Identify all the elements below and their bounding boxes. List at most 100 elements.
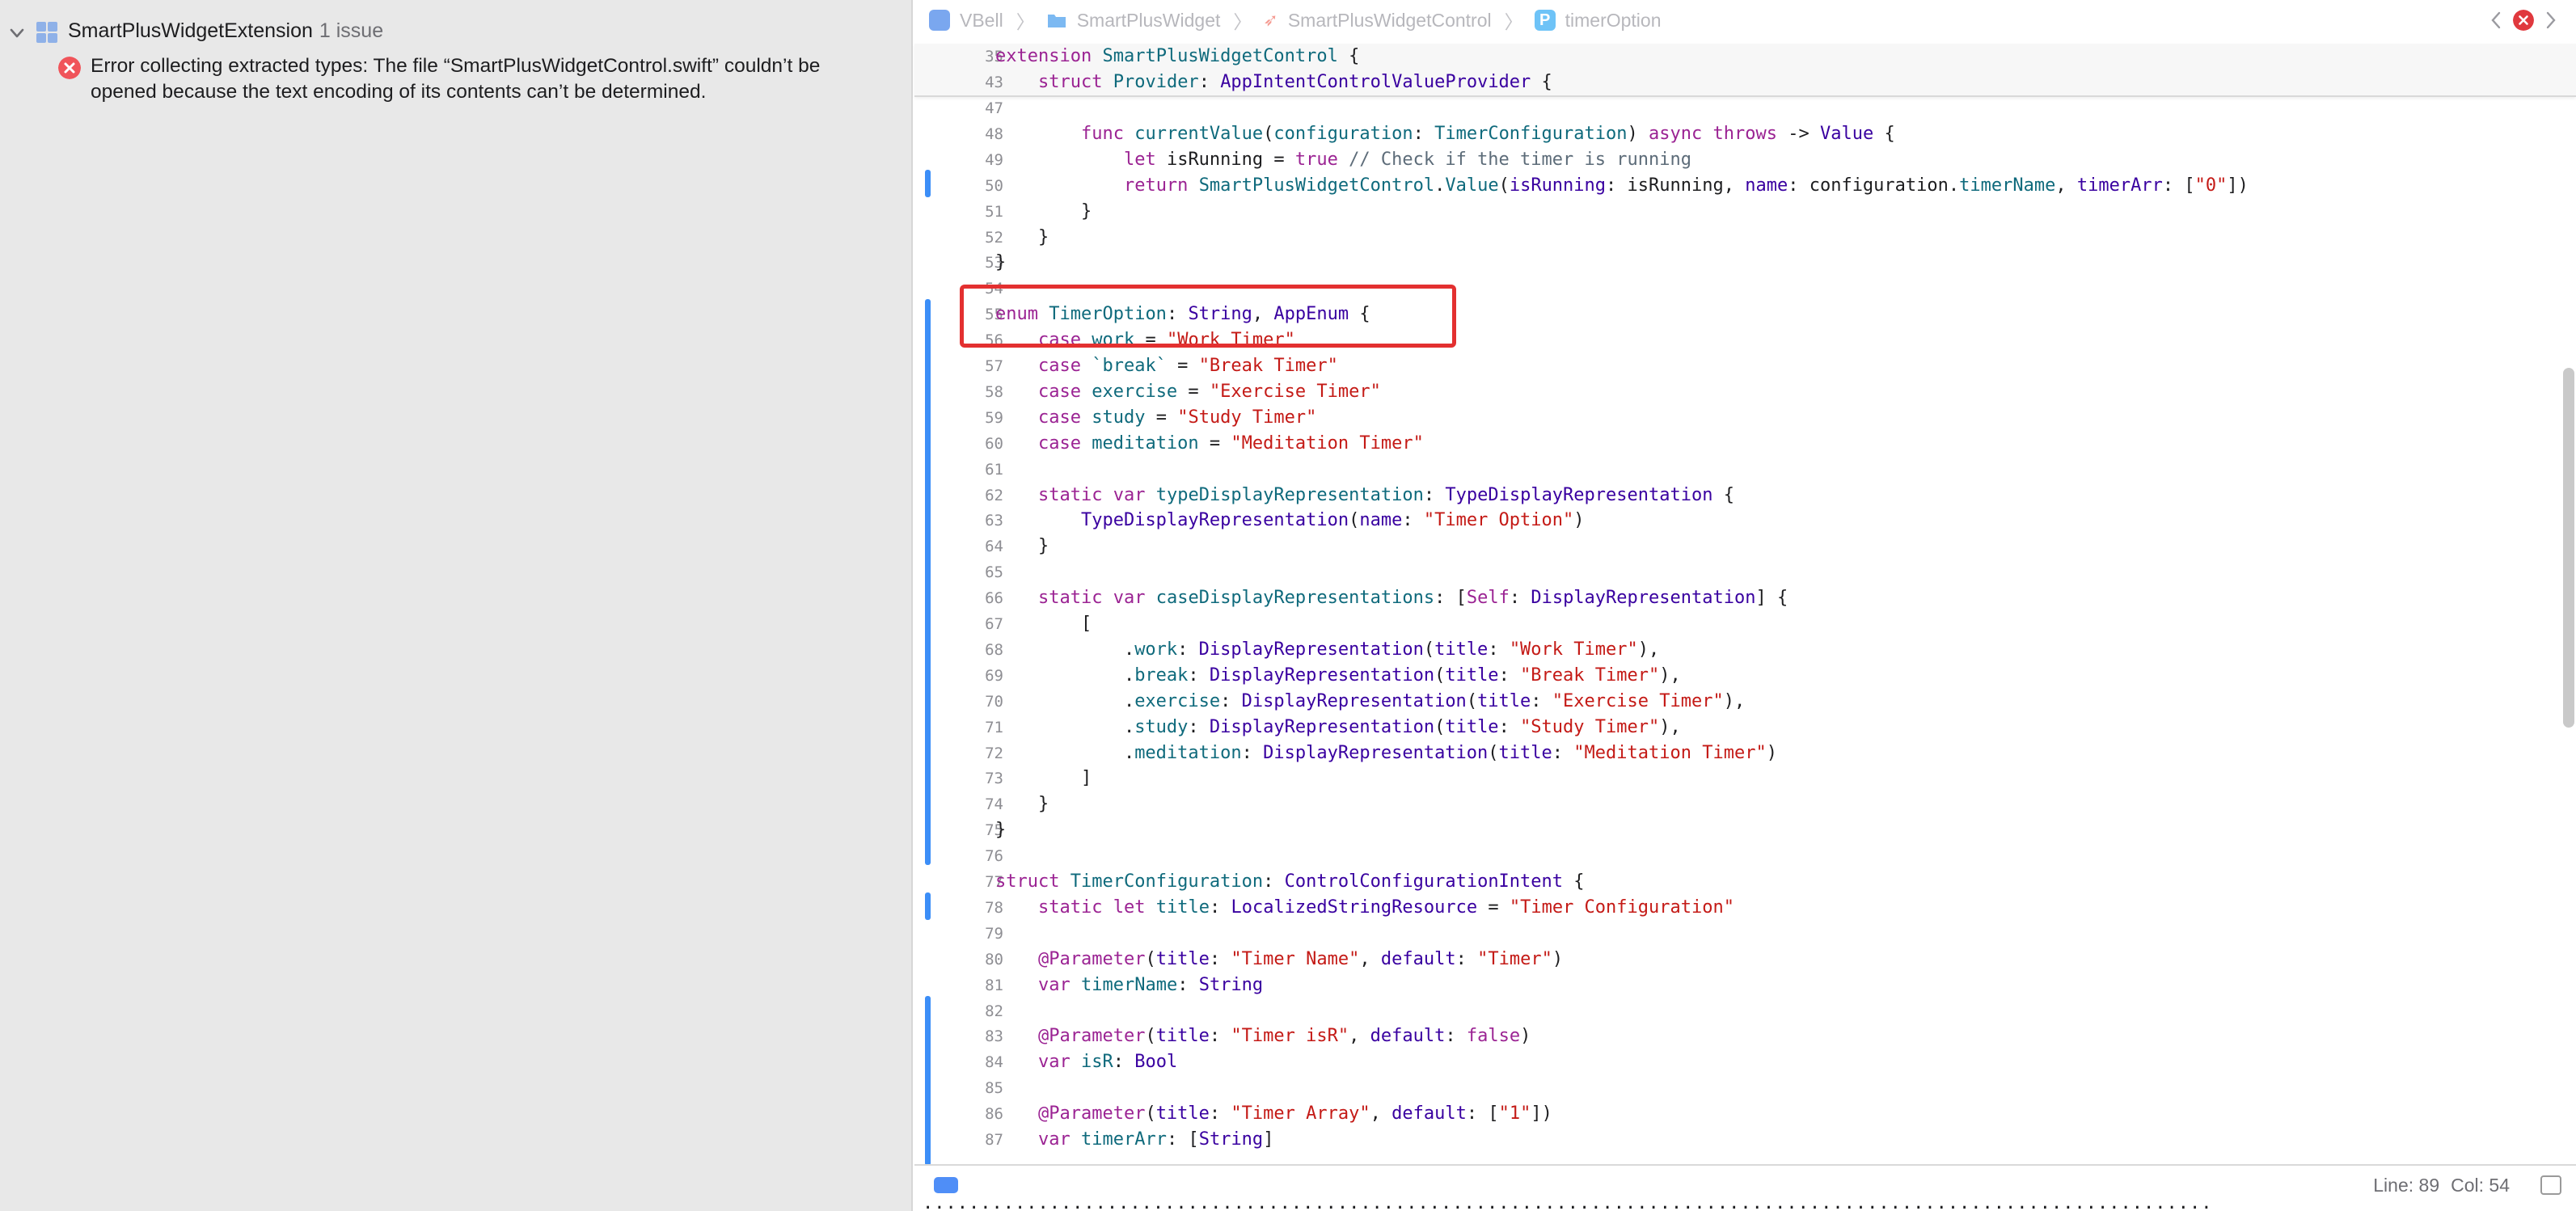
code-token: :: [1209, 1103, 1231, 1124]
code-token: name: [1745, 175, 1788, 196]
code-token: :: [1531, 691, 1552, 711]
code-text: TypeDisplayRepresentation(name: "Timer O…: [995, 508, 1585, 534]
next-issue-icon[interactable]: [2540, 8, 2561, 32]
code-line[interactable]: 62 static var typeDisplayRepresentation:…: [914, 483, 2576, 508]
code-line[interactable]: 35 extension SmartPlusWidgetControl {: [914, 44, 2576, 70]
chevron-right-icon: 〉: [1016, 11, 1035, 32]
code-token: (: [1488, 743, 1499, 763]
code-line[interactable]: 81 var timerName: String: [914, 973, 2576, 998]
code-token: DisplayRepresentation: [1263, 743, 1489, 763]
code-text: @Parameter(title: "Timer isR", default: …: [995, 1023, 1531, 1049]
jumpbar-item-project[interactable]: VBell: [929, 10, 1003, 32]
cursor-position: Line: 89 Col: 54: [2362, 1175, 2510, 1196]
code-line[interactable]: 85: [914, 1075, 2576, 1101]
code-token: var: [1037, 1052, 1071, 1072]
code-line[interactable]: 77 struct TimerConfiguration: ControlConf…: [914, 869, 2576, 895]
code-text: .break: DisplayRepresentation(title: "Br…: [995, 663, 1681, 689]
code-line[interactable]: 87 var timerArr: [String]: [914, 1127, 2576, 1153]
inspector-toggle-icon[interactable]: [2540, 1175, 2561, 1195]
code-line[interactable]: 83 @Parameter(title: "Timer isR", defaul…: [914, 1023, 2576, 1049]
code-line[interactable]: 86 @Parameter(title: "Timer Array", defa…: [914, 1101, 2576, 1127]
code-line[interactable]: 63 TypeDisplayRepresentation(name: "Time…: [914, 508, 2576, 534]
code-line[interactable]: 59 case study = "Study Timer": [914, 405, 2576, 431]
code-token: ): [1766, 743, 1777, 763]
code-line[interactable]: 79: [914, 921, 2576, 947]
code-line[interactable]: 48 func currentValue(configuration: Time…: [914, 121, 2576, 147]
minimap-toggle-icon[interactable]: [934, 1177, 958, 1193]
column-indicator: Col: 54: [2451, 1175, 2510, 1196]
code-line[interactable]: 57 case `break` = "Break Timer": [914, 353, 2576, 379]
code-line[interactable]: 76: [914, 843, 2576, 869]
code-token: ,: [1370, 1103, 1392, 1124]
code-line[interactable]: 67 [: [914, 611, 2576, 637]
code-line[interactable]: 51 }: [914, 199, 2576, 225]
code-line[interactable]: 70 .exercise: DisplayRepresentation(titl…: [914, 689, 2576, 715]
chevron-right-icon: 〉: [1504, 11, 1523, 32]
code-line[interactable]: 74 }: [914, 791, 2576, 817]
source-control-change-bar[interactable]: [925, 299, 931, 865]
code-line[interactable]: 65: [914, 559, 2576, 585]
code-line[interactable]: 64 }: [914, 534, 2576, 559]
code-token: (: [1466, 691, 1478, 711]
code-line[interactable]: 43 struct Provider: AppIntentControlValu…: [914, 70, 2576, 95]
chevron-down-icon[interactable]: [8, 24, 26, 42]
code-line[interactable]: 84 var isR: Bool: [914, 1049, 2576, 1075]
code-line[interactable]: 82: [914, 998, 2576, 1024]
code-token: @Parameter: [1037, 1026, 1146, 1046]
line-number: 64: [985, 538, 1003, 555]
code-token: =: [1166, 356, 1199, 376]
jumpbar-item-file[interactable]: ➶ SmartPlusWidgetControl: [1263, 10, 1491, 32]
code-token: (: [1434, 717, 1446, 737]
code-line[interactable]: 61: [914, 457, 2576, 483]
source-control-change-bar[interactable]: [925, 170, 931, 197]
code-line[interactable]: 49 let isRunning = true // Check if the …: [914, 147, 2576, 173]
code-line[interactable]: 66 static var caseDisplayRepresentations…: [914, 585, 2576, 611]
code-token: DisplayRepresentation: [1209, 717, 1435, 737]
code-line[interactable]: 68 .work: DisplayRepresentation(title: "…: [914, 637, 2576, 663]
code-line[interactable]: 75}: [914, 817, 2576, 843]
issue-error-icon[interactable]: [2513, 10, 2534, 31]
code-token: :: [1509, 588, 1531, 608]
code-line[interactable]: 73 ]: [914, 766, 2576, 791]
code-line[interactable]: 69 .break: DisplayRepresentation(title: …: [914, 663, 2576, 689]
code-token: :: [1209, 897, 1231, 918]
code-text: case meditation = "Meditation Timer": [995, 431, 1424, 457]
source-editor[interactable]: VBell 〉 SmartPlusWidget 〉 ➶ SmartPlusWid…: [914, 0, 2576, 1211]
code-line[interactable]: 71 .study: DisplayRepresentation(title: …: [914, 715, 2576, 741]
code-token: throws: [1712, 124, 1777, 144]
code-line[interactable]: 78 static let title: LocalizedStringReso…: [914, 895, 2576, 921]
debug-console-edge: ........................................…: [914, 1205, 2576, 1211]
code-line[interactable]: 60 case meditation = "Meditation Timer": [914, 431, 2576, 457]
jumpbar-item-folder[interactable]: SmartPlusWidget: [1046, 10, 1220, 32]
code-token: extension: [995, 46, 1092, 66]
code-line[interactable]: 52 }: [914, 225, 2576, 251]
code-line[interactable]: 47: [914, 95, 2576, 121]
code-line[interactable]: 58 case exercise = "Exercise Timer": [914, 379, 2576, 405]
line-number: 35: [985, 48, 1003, 65]
code-token: @Parameter: [1037, 949, 1146, 969]
code-token: struct: [1037, 72, 1103, 92]
jumpbar-item-symbol[interactable]: P timerOption: [1534, 10, 1662, 32]
code-token: (: [1498, 175, 1510, 196]
code-line[interactable]: 53}: [914, 250, 2576, 276]
code-line[interactable]: 80 @Parameter(title: "Timer Name", defau…: [914, 947, 2576, 973]
code-token: }: [995, 227, 1049, 247]
source-control-change-bar[interactable]: [925, 892, 931, 920]
code-line[interactable]: 72 .meditation: DisplayRepresentation(ti…: [914, 741, 2576, 766]
code-token: .: [995, 743, 1135, 763]
line-number: 74: [985, 795, 1003, 813]
code-token: let: [1113, 897, 1146, 918]
code-token: :: [1241, 743, 1264, 763]
editor-status-bar: Line: 89 Col: 54: [914, 1164, 2576, 1206]
code-line[interactable]: 50 return SmartPlusWidgetControl.Value(i…: [914, 173, 2576, 199]
source-control-change-bar[interactable]: [925, 996, 931, 1166]
vertical-scrollbar[interactable]: [2563, 368, 2574, 728]
previous-issue-icon[interactable]: [2485, 8, 2506, 32]
line-number: 83: [985, 1027, 1003, 1045]
code-token: timerName: [1959, 175, 2056, 196]
